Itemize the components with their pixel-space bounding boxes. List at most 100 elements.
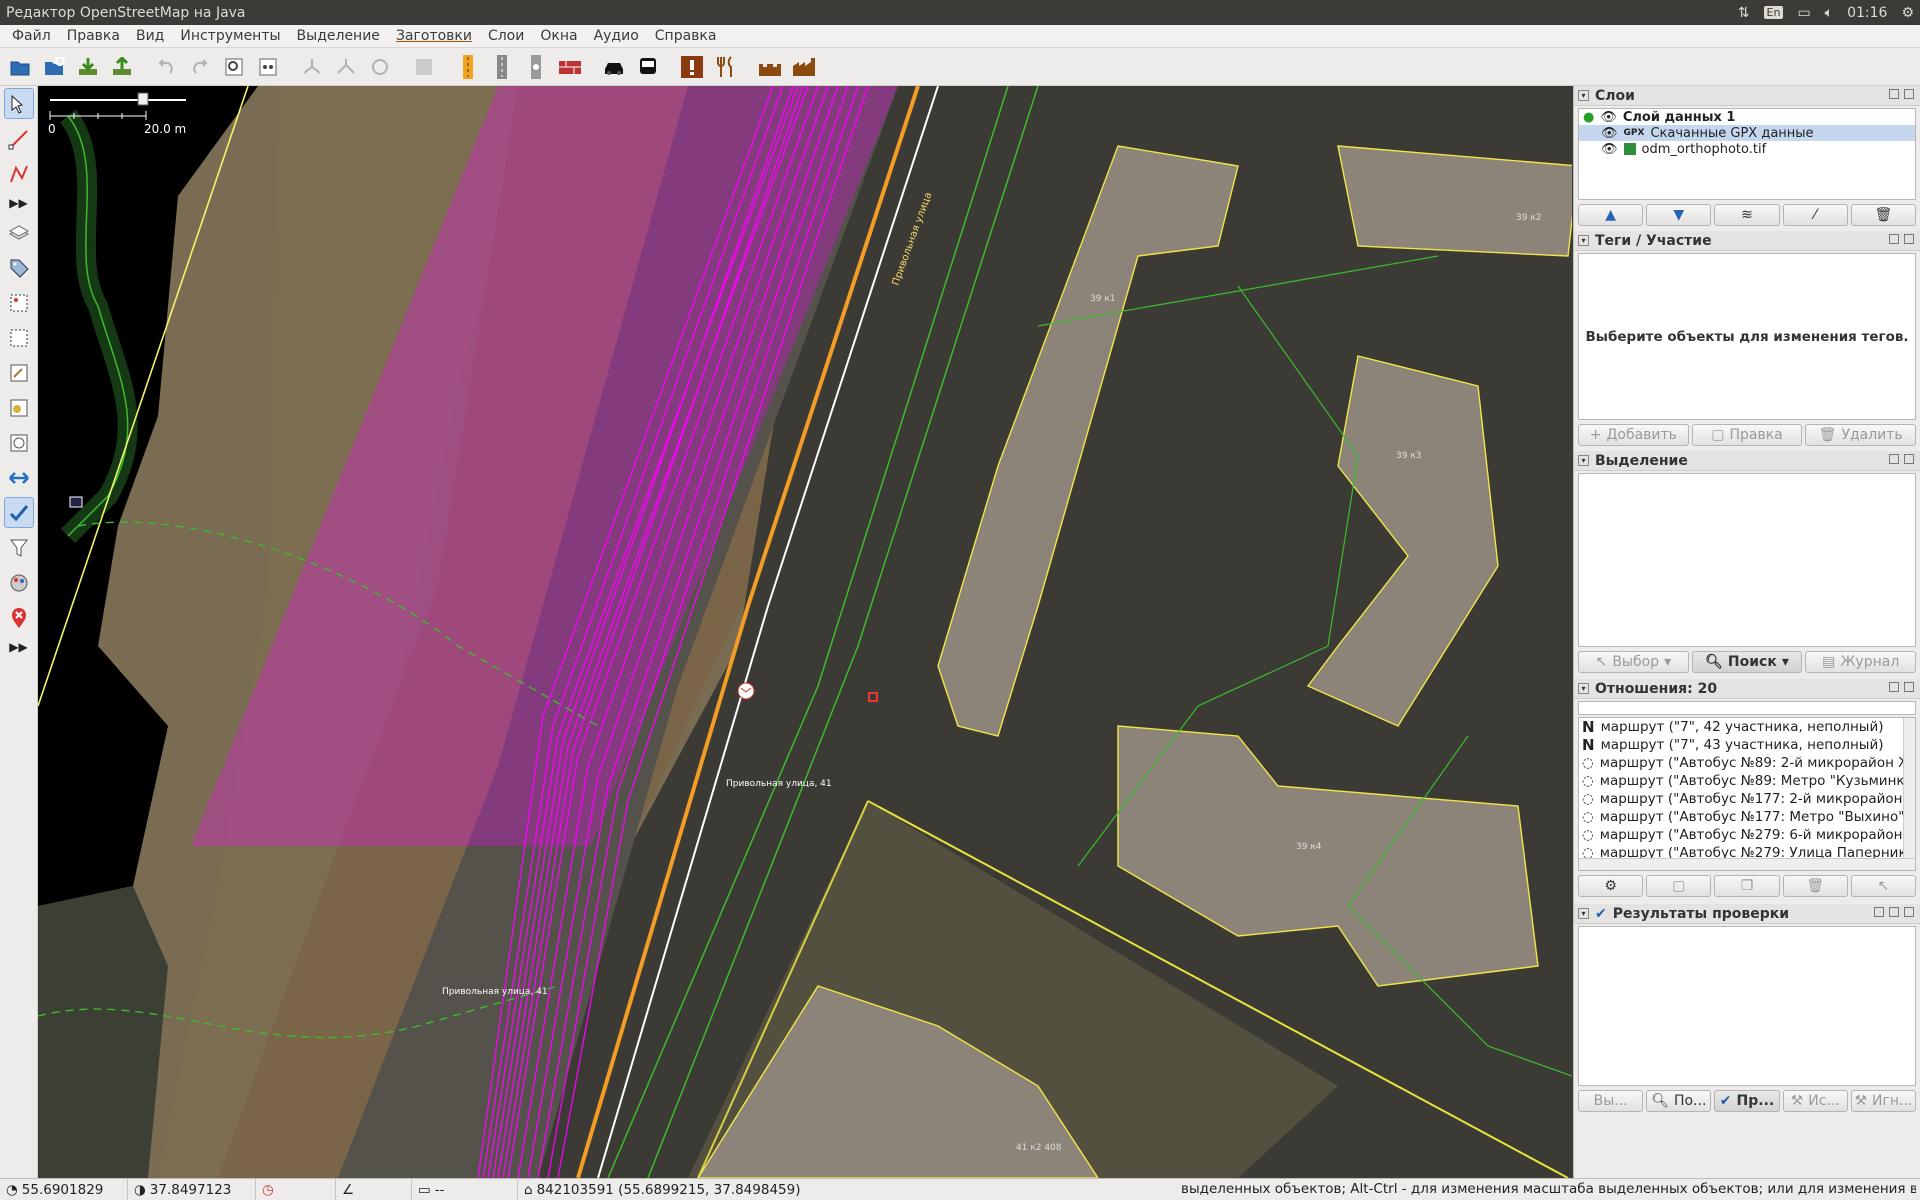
zoom-icon[interactable]: [252, 51, 284, 83]
relation-row[interactable]: Nмаршрут ("7", 42 участника, неполный): [1579, 718, 1915, 736]
pin-icon[interactable]: [1889, 234, 1899, 244]
layer-row[interactable]: ● 👁 Слой данных 1: [1579, 109, 1915, 125]
tags-panel-title[interactable]: ▾ Теги / Участие: [1574, 231, 1920, 251]
download-icon[interactable]: [72, 51, 104, 83]
selection-list[interactable]: [1578, 473, 1916, 647]
filter-icon[interactable]: [4, 532, 34, 563]
preset-bus-icon[interactable]: [632, 51, 664, 83]
history-icon[interactable]: [4, 427, 34, 458]
tag-icon[interactable]: [4, 252, 34, 283]
menu-windows[interactable]: Окна: [532, 28, 585, 44]
layers-panel-title[interactable]: ▾ Слои: [1574, 86, 1920, 106]
menu-help[interactable]: Справка: [647, 28, 725, 44]
preset-industrial-icon[interactable]: [788, 51, 820, 83]
preset-castle-icon[interactable]: [754, 51, 786, 83]
close-icon[interactable]: [1904, 454, 1914, 464]
menu-presets[interactable]: Заготовки: [388, 28, 480, 44]
visibility-icon[interactable]: 👁: [1601, 142, 1618, 157]
conflict-icon[interactable]: [4, 462, 34, 493]
upload-icon[interactable]: [106, 51, 138, 83]
validation-fix-button[interactable]: ⚒ Ис...: [1782, 1090, 1848, 1112]
preset-car-icon[interactable]: [598, 51, 630, 83]
combine-way-icon[interactable]: [296, 51, 328, 83]
close-icon[interactable]: [1904, 682, 1914, 692]
menu-layers[interactable]: Слои: [480, 28, 532, 44]
close-icon[interactable]: [1904, 234, 1914, 244]
menu-edit[interactable]: Правка: [59, 28, 128, 44]
relation-row[interactable]: Nмаршрут ("7", 43 участника, неполный): [1579, 736, 1915, 754]
relation-row[interactable]: ◌ маршрут ("Автобус №89: 2-й микрорайон Ж: [1579, 754, 1915, 772]
relations-panel-title[interactable]: ▾ Отношения: 20: [1574, 679, 1920, 699]
selection-panel-title[interactable]: ▾ Выделение: [1574, 451, 1920, 471]
preset-barrier-icon[interactable]: [554, 51, 586, 83]
commands-icon[interactable]: [4, 357, 34, 388]
reverse-way-icon[interactable]: [364, 51, 396, 83]
relation-settings-button[interactable]: ⚙: [1578, 875, 1644, 897]
redo-icon[interactable]: [184, 51, 216, 83]
map-canvas[interactable]: Привольная улица Привольная улица, 41 Пр…: [38, 86, 1572, 1178]
bus-stop-icon[interactable]: [69, 496, 83, 508]
volume-icon[interactable]: 🔈︎: [1825, 5, 1833, 21]
undo-icon[interactable]: [150, 51, 182, 83]
map-view[interactable]: Привольная улица Привольная улица, 41 Пр…: [38, 86, 1572, 1178]
layer-list-icon[interactable]: [4, 217, 34, 248]
clock[interactable]: 01:16: [1847, 5, 1887, 21]
relation-edit-button[interactable]: ▢: [1646, 875, 1712, 897]
selection-list-icon[interactable]: [4, 287, 34, 318]
menu-view[interactable]: Вид: [128, 28, 172, 44]
preset-road-icon[interactable]: [486, 51, 518, 83]
settings-gear-icon[interactable]: ⚙: [1901, 5, 1914, 21]
add-tag-button[interactable]: + Добавить: [1578, 424, 1689, 446]
validation-ignore-button[interactable]: ⚒ Игн...: [1850, 1090, 1917, 1112]
open-location-icon[interactable]: [38, 51, 70, 83]
relation-filter-field[interactable]: [1578, 701, 1916, 715]
history-button[interactable]: ▤ Журнал: [1805, 651, 1917, 673]
pin-icon[interactable]: [1889, 454, 1899, 464]
relation-select-button[interactable]: ↖: [1850, 875, 1917, 897]
relation-delete-button[interactable]: 🗑︎: [1782, 875, 1848, 897]
validation-results[interactable]: [1578, 926, 1916, 1086]
imagery-icon[interactable]: [4, 392, 34, 423]
post-office-icon[interactable]: [737, 682, 755, 700]
preset-hazard-icon[interactable]: [676, 51, 708, 83]
move-up-button[interactable]: ▲: [1578, 204, 1644, 226]
close-icon[interactable]: [1904, 89, 1914, 99]
edit-tag-button[interactable]: ▢ Правка: [1691, 424, 1803, 446]
battery-icon[interactable]: ▭: [1797, 5, 1810, 21]
pin-icon[interactable]: [1889, 682, 1899, 692]
validation-zoom-button[interactable]: 🔍︎ По...: [1646, 1090, 1712, 1112]
network-icon[interactable]: ⇅: [1738, 5, 1750, 21]
validation-select-button[interactable]: Вы...: [1578, 1090, 1644, 1112]
horizontal-scrollbar[interactable]: [1579, 858, 1915, 870]
delete-layer-button[interactable]: 🗑︎: [1850, 204, 1917, 226]
visibility-icon[interactable]: 👁: [1601, 126, 1618, 141]
user-list-icon[interactable]: [4, 322, 34, 353]
preset-traffic-signals-icon[interactable]: [520, 51, 552, 83]
open-file-icon[interactable]: [4, 51, 36, 83]
layer-opacity-button[interactable]: ⁄: [1782, 204, 1848, 226]
move-down-button[interactable]: ▼: [1646, 204, 1712, 226]
relation-row[interactable]: ◌ маршрут ("Автобус №279: 6-й микрорайон: [1579, 826, 1915, 844]
delete-tag-button[interactable]: 🗑︎ Удалить: [1805, 424, 1917, 446]
pin-icon[interactable]: [1889, 907, 1899, 917]
preferences-icon[interactable]: [218, 51, 250, 83]
visibility-icon[interactable]: 👁: [1600, 110, 1617, 125]
pin-icon[interactable]: [1889, 89, 1899, 99]
expand-panels-icon[interactable]: ▶▶: [4, 637, 34, 657]
validator-icon[interactable]: [3, 497, 34, 528]
improve-way-icon[interactable]: [4, 158, 34, 189]
validation-validate-button[interactable]: ✔ Пр...: [1714, 1090, 1780, 1112]
map-paint-styles-icon[interactable]: [4, 567, 34, 598]
activate-layer-button[interactable]: ≋: [1714, 204, 1780, 226]
active-layer-icon[interactable]: ●: [1583, 110, 1594, 125]
relation-row[interactable]: ◌ маршрут ("Автобус №177: Метро "Выхино": [1579, 808, 1915, 826]
select-button[interactable]: ↖ Выбор ▾: [1578, 651, 1689, 673]
preset-highway-icon[interactable]: [452, 51, 484, 83]
keyboard-layout-indicator[interactable]: En: [1763, 6, 1784, 19]
relation-row[interactable]: ◌ маршрут ("Автобус №177: 2-й микрорайон: [1579, 790, 1915, 808]
relation-icon[interactable]: [408, 51, 440, 83]
validation-panel-title[interactable]: ▾ ✔ Результаты проверки: [1574, 904, 1920, 924]
layer-row[interactable]: 👁 GPX Скачанные GPX данные: [1579, 125, 1915, 141]
building-39k2[interactable]: [1337, 145, 1572, 257]
layer-list[interactable]: ● 👁 Слой данных 1 👁 GPX Скачанные GPX данные…: [1578, 108, 1916, 200]
